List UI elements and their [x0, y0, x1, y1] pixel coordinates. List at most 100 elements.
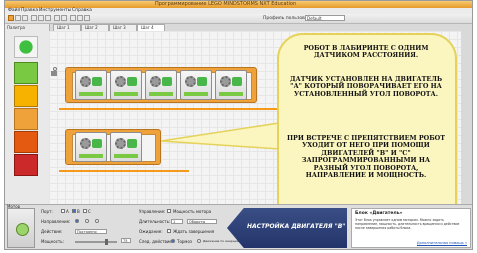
motor-icon	[127, 77, 137, 86]
motor-icon	[162, 77, 172, 86]
next-action-label: След. действие:	[139, 239, 174, 244]
next-action-brake-radio[interactable]	[171, 239, 175, 243]
direction-stop-radio[interactable]	[95, 219, 99, 223]
pointer-tool-icon[interactable]	[70, 15, 76, 21]
power-bar	[114, 154, 138, 158]
next-action-brake-label: Тормоз	[177, 239, 193, 244]
duration-field[interactable]: 1	[171, 219, 183, 224]
gear-icon	[80, 138, 91, 149]
undo-icon[interactable]	[54, 15, 60, 21]
motor-icon	[127, 139, 137, 148]
palette-loop-block[interactable]	[14, 108, 38, 130]
motor-block-7[interactable]	[110, 132, 142, 162]
annotation-callout: РОБОТ В ЛАБИРИНТЕ С ОДНИМ ДАТЧИКОМ РАССТ…	[277, 33, 457, 230]
palette-switch-block[interactable]	[14, 131, 38, 153]
motor-icon	[232, 77, 242, 86]
duration-unit-select[interactable]: Обороты	[187, 219, 217, 224]
power-bar	[114, 92, 138, 96]
motor-block-1[interactable]	[75, 70, 107, 100]
data-wire-lower	[59, 170, 189, 172]
motor-block-5[interactable]	[215, 70, 247, 100]
tab-step-4[interactable]: Шаг 4	[137, 24, 165, 31]
gear-icon	[150, 76, 161, 87]
help-panel: Блок «Двигатель» Этот блок управляет одн…	[351, 208, 471, 248]
palette-start-block[interactable]	[14, 36, 38, 58]
motor-setup-banner: НАСТРОЙКА ДВИГАТЕЛЯ "В"	[227, 208, 347, 248]
redo-icon[interactable]	[61, 15, 67, 21]
palette-move-block[interactable]	[14, 62, 38, 84]
title-bar: Программирование LEGO MINDSTORMS NXT Edu…	[5, 1, 472, 8]
configuration-panel: Мотор Порт: A B C Направление: Действие:…	[5, 204, 472, 249]
motor-block-2[interactable]	[110, 70, 142, 100]
comment-tool-icon[interactable]	[84, 15, 90, 21]
direction-label: Направление:	[41, 219, 71, 224]
power-slider-knob[interactable]	[105, 239, 108, 245]
help-body: Этот блок управляет одним мотором. Можно…	[355, 218, 460, 230]
palette-wait-block[interactable]	[14, 85, 38, 107]
wait-option: Ждать завершения	[173, 229, 215, 234]
port-a-label: A	[66, 209, 69, 214]
callout-paragraph-2: ДАТЧИК УСТАНОВЛЕН НА ДВИГАТЕЛЬ "А" КОТОР…	[289, 75, 443, 98]
next-action-coast-radio[interactable]	[197, 239, 201, 243]
action-select[interactable]: Постоянно	[75, 229, 107, 234]
port-b-label: B	[77, 209, 80, 214]
data-wire-upper	[59, 108, 279, 110]
window-title: Программирование LEGO MINDSTORMS NXT Edu…	[155, 1, 297, 7]
open-file-icon[interactable]	[15, 15, 21, 21]
port-c-checkbox[interactable]	[83, 209, 87, 213]
control-option: Мощность мотора	[173, 209, 212, 214]
motor-block-3[interactable]	[145, 70, 177, 100]
block-palette: Палитра	[5, 24, 50, 204]
application-window: Программирование LEGO MINDSTORMS NXT Edu…	[4, 0, 473, 250]
program-canvas[interactable]: РОБОТ В ЛАБИРИНТЕ С ОДНИМ ДАТЧИКОМ РАССТ…	[49, 31, 461, 230]
callout-paragraph-3: ПРИ ВСТРЕЧЕ С ПРЕПЯТСТВИЕМ РОБОТ УХОДИТ …	[287, 134, 446, 180]
power-bar	[79, 92, 103, 96]
direction-backward-radio[interactable]	[85, 219, 89, 223]
port-b-checkbox[interactable]	[72, 209, 76, 213]
direction-forward-radio[interactable]	[75, 219, 79, 223]
toolbar: Профиль пользователя: Default	[5, 14, 472, 24]
help-more-link[interactable]: Дополнительная помощь »	[417, 241, 467, 245]
motor-icon	[92, 139, 102, 148]
port-a-checkbox[interactable]	[61, 209, 65, 213]
cut-icon[interactable]	[31, 15, 37, 21]
motor-block-4[interactable]	[180, 70, 212, 100]
tab-step-1[interactable]: Шаг 1	[53, 24, 81, 31]
motor-icon	[197, 77, 207, 86]
power-field[interactable]: 75	[121, 238, 131, 243]
power-slider[interactable]	[75, 239, 117, 245]
power-bar	[219, 92, 243, 96]
gear-icon	[115, 76, 126, 87]
gear-icon	[115, 138, 126, 149]
power-bar	[79, 154, 103, 158]
duration-label: Длительность:	[139, 219, 171, 224]
callout-pointer	[161, 122, 280, 150]
action-label: Действие:	[41, 229, 63, 234]
palette-custom-block[interactable]	[14, 154, 38, 176]
start-point[interactable]	[53, 67, 57, 71]
profile-select[interactable]: Default	[305, 15, 345, 21]
port-c-label: C	[88, 209, 91, 214]
gear-icon	[80, 76, 91, 87]
power-bar	[149, 92, 173, 96]
pan-tool-icon[interactable]	[77, 15, 83, 21]
wait-checkbox[interactable]	[167, 229, 171, 233]
tab-step-3[interactable]: Шаг 3	[109, 24, 137, 31]
program-tabs: Шаг 1 Шаг 2 Шаг 3 Шаг 4	[13, 24, 453, 31]
save-icon[interactable]	[22, 15, 28, 21]
help-title: Блок «Двигатель»	[355, 211, 403, 216]
gear-icon	[185, 76, 196, 87]
motor-block-icon	[7, 208, 35, 248]
copy-icon[interactable]	[38, 15, 44, 21]
wait-label: Ожидание:	[139, 229, 163, 234]
callout-paragraph-1: РОБОТ В ЛАБИРИНТЕ С ОДНИМ ДАТЧИКОМ РАССТ…	[303, 44, 429, 60]
sequence-beam-start	[51, 71, 57, 76]
control-checkbox[interactable]	[167, 209, 171, 213]
power-label: Мощность:	[41, 239, 64, 244]
motor-block-6[interactable]	[75, 132, 107, 162]
new-file-icon[interactable]	[8, 15, 14, 21]
paste-icon[interactable]	[45, 15, 51, 21]
next-action-coast-label: Движение по инерции	[203, 239, 239, 243]
tab-step-2[interactable]: Шаг 2	[81, 24, 109, 31]
banner-text: НАСТРОЙКА ДВИГАТЕЛЯ "В"	[247, 223, 346, 230]
